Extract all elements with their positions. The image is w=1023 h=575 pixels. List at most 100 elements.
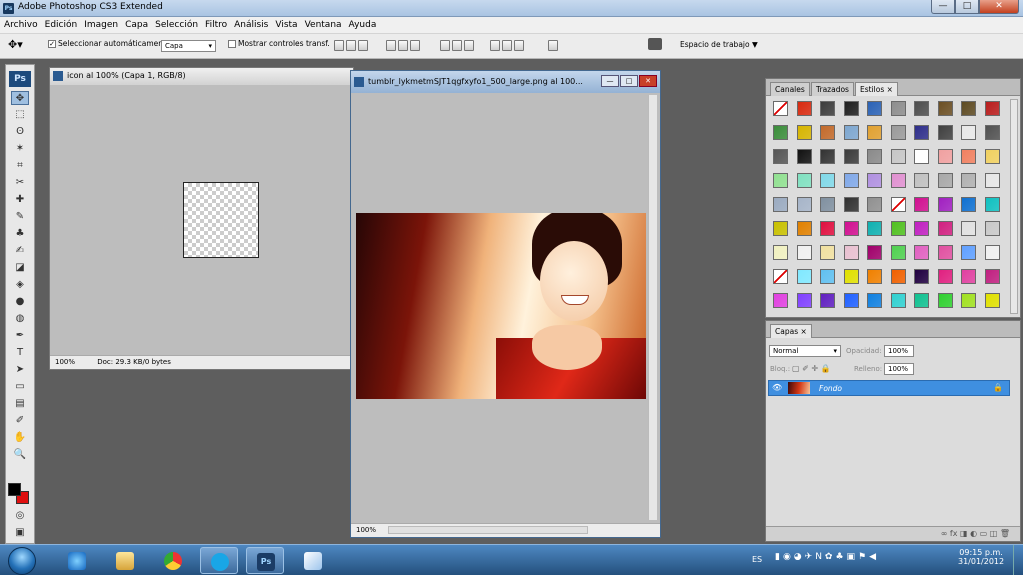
show-desktop-button[interactable] — [1013, 545, 1023, 575]
foreground-color-swatch[interactable] — [8, 483, 21, 496]
style-swatch[interactable] — [914, 173, 929, 188]
tab-capas[interactable]: Capas × — [770, 324, 812, 338]
style-swatch[interactable] — [796, 197, 812, 212]
style-swatch[interactable] — [796, 245, 812, 260]
align-left-icon[interactable] — [386, 40, 396, 51]
menu-analisis[interactable]: Análisis — [234, 20, 268, 30]
style-swatch[interactable] — [890, 101, 906, 116]
style-swatch[interactable] — [796, 101, 812, 116]
move-tool-preset-icon[interactable]: ✥▾ — [8, 38, 23, 51]
document-window-icon[interactable]: icon al 100% (Capa 1, RGB/8) 100% Doc: 2… — [49, 67, 354, 370]
distribute-vcenter-icon[interactable] — [452, 40, 462, 51]
show-transform-checkbox[interactable]: Mostrar controles transf. — [228, 39, 330, 48]
style-swatch[interactable] — [843, 293, 859, 308]
menu-seleccion[interactable]: Selección — [155, 20, 198, 30]
style-swatch[interactable] — [773, 173, 788, 188]
style-swatch[interactable] — [937, 101, 953, 116]
menu-imagen[interactable]: Imagen — [84, 20, 118, 30]
distribute-left-icon[interactable] — [490, 40, 500, 51]
style-swatch[interactable] — [937, 149, 953, 164]
doc2-vertical-scrollbar[interactable] — [648, 95, 657, 520]
style-swatch[interactable] — [796, 125, 812, 140]
auto-select-checkbox[interactable]: ✓ Seleccionar automáticamente: — [48, 39, 173, 48]
align-hcenter-icon[interactable] — [398, 40, 408, 51]
bridge-icon[interactable] — [648, 38, 662, 50]
path-selection-tool-icon[interactable]: ➤ — [11, 363, 29, 377]
style-swatch[interactable] — [961, 293, 976, 308]
style-swatch[interactable] — [843, 173, 859, 188]
slice-tool-icon[interactable]: ✂ — [11, 176, 29, 190]
menu-ventana[interactable]: Ventana — [305, 20, 342, 30]
photo-canvas[interactable] — [356, 213, 646, 399]
fill-input[interactable]: 100% — [884, 363, 914, 375]
doc2-close-button[interactable]: ✕ — [639, 75, 657, 87]
style-swatch[interactable] — [984, 125, 1000, 140]
styles-scrollbar[interactable] — [1010, 99, 1018, 314]
start-button[interactable] — [8, 547, 36, 575]
notes-tool-icon[interactable]: ▤ — [11, 397, 29, 411]
style-swatch[interactable] — [937, 173, 953, 188]
style-swatch[interactable] — [937, 125, 953, 140]
tab-estilos[interactable]: Estilos × — [855, 82, 898, 96]
shape-tool-icon[interactable]: ▭ — [11, 380, 29, 394]
style-none-swatch[interactable] — [890, 197, 906, 212]
layers-footer-icons[interactable]: ∞ fx ◨ ◐ ▭ ◫ 🗑 — [766, 526, 1020, 541]
layer-name[interactable]: Fondo — [819, 384, 842, 393]
style-swatch[interactable] — [984, 149, 1000, 164]
zoom-tool-icon[interactable]: 🔍 — [11, 448, 29, 462]
align-horizontal-group[interactable] — [386, 40, 420, 51]
crop-tool-icon[interactable]: ⌗ — [11, 159, 29, 173]
type-tool-icon[interactable]: T — [11, 346, 29, 360]
style-swatch[interactable] — [890, 245, 906, 260]
distribute-right-icon[interactable] — [514, 40, 524, 51]
workspace-menu[interactable]: Espacio de trabajo ▼ — [680, 40, 758, 49]
menu-archivo[interactable]: Archivo — [4, 20, 38, 30]
style-swatch[interactable] — [961, 269, 976, 284]
menu-vista[interactable]: Vista — [275, 20, 297, 30]
maximize-button[interactable]: □ — [955, 0, 979, 14]
style-swatch[interactable] — [867, 293, 882, 308]
style-swatch[interactable] — [773, 245, 788, 260]
style-none-swatch[interactable] — [773, 101, 788, 116]
style-swatch[interactable] — [937, 221, 953, 236]
style-swatch[interactable] — [890, 125, 906, 140]
menu-capa[interactable]: Capa — [125, 20, 148, 30]
distribute-horizontal-group[interactable] — [490, 40, 524, 51]
style-swatch[interactable] — [867, 221, 882, 236]
document-window-photo[interactable]: tumblr_lykmetmSJT1qgfxyfo1_500_large.png… — [350, 70, 661, 538]
align-top-icon[interactable] — [334, 40, 344, 51]
style-swatch[interactable] — [984, 101, 1000, 116]
style-swatch[interactable] — [796, 269, 812, 284]
style-swatch[interactable] — [984, 221, 1000, 236]
quick-mask-icon[interactable]: ◎ — [11, 509, 29, 523]
menu-ayuda[interactable]: Ayuda — [349, 20, 377, 30]
style-swatch[interactable] — [843, 149, 859, 164]
tab-canales[interactable]: Canales — [770, 82, 810, 96]
tray-icons[interactable]: ▮◉◕✈N✿♣▣⚑◀ — [775, 552, 879, 562]
doc1-titlebar[interactable]: icon al 100% (Capa 1, RGB/8) — [50, 68, 353, 85]
style-swatch[interactable] — [867, 173, 882, 188]
doc2-horizontal-scrollbar[interactable] — [388, 526, 589, 534]
menu-filtro[interactable]: Filtro — [205, 20, 227, 30]
style-swatch[interactable] — [984, 293, 1000, 308]
lasso-tool-icon[interactable]: ʘ — [11, 125, 29, 139]
doc2-maximize-button[interactable]: □ — [620, 75, 638, 87]
style-swatch[interactable] — [796, 173, 812, 188]
style-swatch[interactable] — [820, 173, 835, 188]
style-swatch[interactable] — [890, 293, 906, 308]
style-swatch[interactable] — [773, 293, 788, 308]
style-swatch[interactable] — [820, 269, 835, 284]
distribute-hcenter-icon[interactable] — [502, 40, 512, 51]
style-swatch[interactable] — [796, 293, 812, 308]
minimize-button[interactable]: — — [931, 0, 955, 14]
distribute-top-icon[interactable] — [440, 40, 450, 51]
opacity-input[interactable]: 100% — [884, 345, 914, 357]
style-swatch[interactable] — [984, 173, 1000, 188]
blur-tool-icon[interactable]: ● — [11, 295, 29, 309]
history-brush-tool-icon[interactable]: ✍ — [11, 244, 29, 258]
style-swatch[interactable] — [890, 149, 906, 164]
style-swatch[interactable] — [843, 221, 859, 236]
layer-row-fondo[interactable]: 👁 Fondo 🔒 — [768, 380, 1010, 396]
style-swatch[interactable] — [984, 269, 1000, 284]
eye-visibility-icon[interactable]: 👁 — [772, 383, 782, 392]
